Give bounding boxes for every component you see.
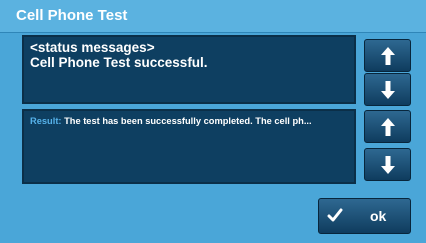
result-scroll-down-button[interactable] (364, 148, 411, 181)
ok-button[interactable]: ok (318, 198, 411, 234)
arrow-up-icon (380, 117, 395, 136)
result-scroll-up-button[interactable] (364, 110, 411, 143)
status-messages-panel: <status messages> Cell Phone Test succes… (22, 35, 356, 104)
title-bar: Cell Phone Test (0, 0, 426, 33)
arrow-down-icon (380, 80, 395, 99)
ok-button-label: ok (370, 208, 387, 224)
result-message: The test has been successfully completed… (61, 116, 312, 126)
result-panel: Result: The test has been successfully c… (22, 109, 356, 184)
arrow-up-icon (380, 46, 395, 65)
window-title: Cell Phone Test (16, 7, 128, 24)
status-scroll-down-button[interactable] (364, 73, 411, 106)
status-line-header: <status messages> (30, 40, 155, 55)
arrow-down-icon (380, 155, 395, 174)
checkmark-icon (327, 208, 343, 222)
status-messages: <status messages> Cell Phone Test succes… (30, 40, 348, 70)
status-line-result: Cell Phone Test successful. (30, 55, 208, 70)
result-label: Result: (30, 116, 62, 126)
result-text: Result: The test has been successfully c… (30, 116, 348, 126)
status-scroll-up-button[interactable] (364, 39, 411, 72)
